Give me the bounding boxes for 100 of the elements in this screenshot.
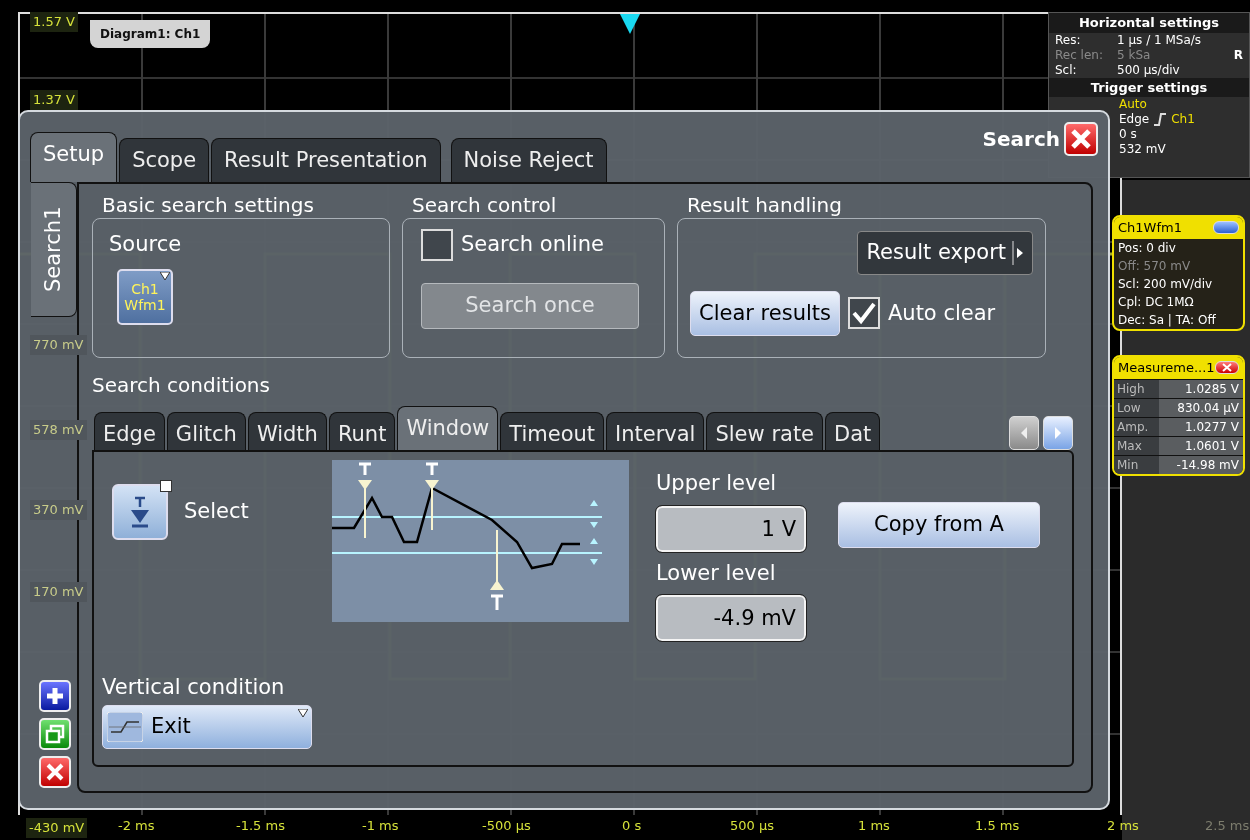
condition-tab[interactable]: Edge [94, 412, 165, 450]
axis-label: 770 mV [30, 335, 87, 355]
setting-value: Auto [1119, 97, 1147, 112]
scroll-right-button[interactable] [1043, 416, 1073, 450]
setting-value: 5 kSa [1117, 47, 1152, 63]
add-button[interactable] [39, 680, 71, 712]
condition-tab[interactable]: Slew rate [706, 412, 824, 450]
setting-value: 500 µs/div [1117, 62, 1181, 78]
dialog-tab[interactable]: Scope [119, 138, 210, 182]
measurement-value: -14.98 mV [1159, 455, 1243, 474]
dialog-tab[interactable]: Setup [30, 132, 118, 182]
axis-label: 170 mV [30, 582, 87, 602]
axis-label: -500 µs [482, 817, 531, 835]
setting-label: Rec len: [1055, 47, 1104, 63]
setting-value: 0 s [1119, 127, 1137, 142]
axis-label: 578 mV [30, 420, 87, 440]
copy-icon [45, 724, 65, 744]
dropdown-caret-icon [160, 271, 170, 280]
result-export-button[interactable]: Result export [857, 231, 1033, 275]
setting-label: Scl: [1055, 62, 1078, 78]
condition-tab[interactable]: Window [397, 406, 499, 450]
copy-button[interactable] [39, 718, 71, 750]
close-icon [1070, 128, 1092, 150]
setting-label: Res: [1055, 32, 1082, 48]
exit-condition-icon [107, 712, 143, 742]
field-label: Upper level [656, 470, 778, 497]
axis-label: 1.57 V [30, 12, 78, 32]
measurement-label: Low [1114, 398, 1159, 417]
measurement-label: Min [1114, 455, 1159, 474]
condition-tab[interactable]: Interval [606, 412, 705, 450]
setting-value: Edge [1119, 112, 1150, 127]
copy-from-a-button[interactable]: Copy from A [838, 502, 1040, 548]
measurement-label: Max [1114, 436, 1159, 455]
field-label: Vertical condition [102, 673, 286, 701]
axis-label: 500 µs [730, 817, 774, 835]
group-title: Basic search settings [101, 192, 315, 218]
measurement-value: 1.0277 V [1159, 417, 1243, 436]
measurement-value: 1.0601 V [1159, 436, 1243, 455]
section-title: Search conditions [92, 372, 271, 399]
axis-label: 0 s [622, 817, 642, 835]
source-button[interactable]: Ch1 Wfm1 [117, 268, 173, 325]
corner-square-icon [160, 480, 172, 492]
setting-value: 1 µs / 1 MSa/s [1117, 32, 1203, 48]
panel-heading: Trigger settings [1049, 77, 1249, 97]
panel-title: Measureme...1 [1118, 359, 1215, 377]
scroll-left-button[interactable] [1009, 416, 1039, 450]
checkbox-label: Search online [461, 231, 604, 259]
upper-level-field[interactable]: 1 V [656, 505, 806, 552]
trigger-position-marker [620, 14, 640, 34]
setting-value: Ch1 [1171, 112, 1195, 127]
dialog-title: Search [982, 126, 1060, 153]
checkbox[interactable] [421, 229, 453, 261]
select-label: Select [184, 498, 249, 526]
field-label: Lower level [656, 559, 777, 587]
axis-label: -430 mV [26, 818, 88, 838]
close-button[interactable] [1214, 361, 1239, 375]
condition-tab[interactable]: Width [247, 412, 327, 450]
diagram-tab[interactable]: Diagram1: Ch1 [90, 20, 211, 48]
field-label: Source [109, 231, 183, 258]
measurement-label: High [1114, 379, 1159, 398]
rising-edge-icon [1153, 113, 1168, 126]
info-text: Cpl: DC 1MΩ [1117, 293, 1195, 311]
close-icon [45, 762, 65, 782]
lower-level-field[interactable]: -4.9 mV [656, 595, 806, 641]
clear-results-button[interactable]: Clear results [690, 290, 840, 336]
axis-label: -1.5 ms [236, 817, 285, 835]
condition-tab[interactable]: Glitch [166, 412, 246, 450]
axis-label: 1 ms [858, 817, 890, 835]
setting-value: R [1233, 47, 1243, 63]
info-text: Pos: 0 div [1117, 239, 1177, 257]
dialog-tab[interactable]: Result Presentation [211, 138, 441, 182]
right-arrow-icon [1054, 426, 1062, 440]
dropdown-caret-icon [298, 709, 308, 717]
info-text: Dec: Sa | TA: Off [1117, 311, 1217, 329]
minimize-button[interactable] [1213, 221, 1239, 235]
close-icon [1221, 363, 1232, 373]
left-arrow-icon [1020, 426, 1028, 440]
side-tab[interactable]: Search1 [31, 182, 77, 317]
axis-label: 1.37 V [30, 90, 78, 110]
axis-label: -1 ms [362, 817, 399, 835]
panel-heading: Horizontal settings [1049, 13, 1249, 33]
vertical-condition-dropdown[interactable]: Exit [102, 705, 312, 749]
axis-label: 2 ms [1107, 817, 1139, 835]
checkbox[interactable] [847, 297, 880, 330]
plus-icon [45, 686, 65, 706]
measurement-value: 1.0285 V [1159, 379, 1243, 398]
measurement-label: Amp. [1114, 417, 1159, 436]
group-title: Search control [411, 192, 558, 218]
condition-tab[interactable]: Timeout [500, 412, 605, 450]
checkbox-label: Auto clear [887, 299, 996, 327]
axis-label: 2.5 ms [1205, 817, 1250, 835]
info-text: Off: 570 mV [1117, 257, 1192, 275]
condition-tab[interactable]: Dat [825, 412, 881, 450]
delete-button[interactable] [39, 756, 71, 788]
panel-title: Ch1Wfm1 [1118, 219, 1182, 237]
dialog-tab[interactable]: Noise Reject [450, 138, 607, 182]
axis-label: -2 ms [118, 817, 155, 835]
submenu-arrow-icon [1012, 240, 1024, 265]
condition-tab[interactable]: Runt [328, 412, 396, 450]
close-button[interactable] [1064, 122, 1098, 156]
